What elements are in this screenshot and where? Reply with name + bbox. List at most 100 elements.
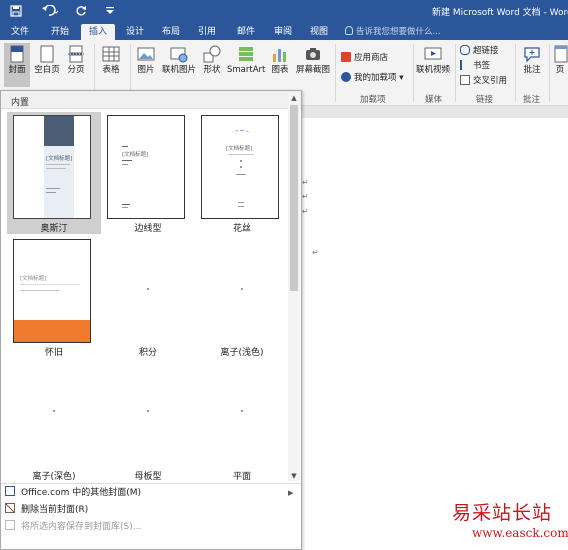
chart-button[interactable]: 图表 (268, 43, 292, 87)
customize-qat-icon[interactable] (104, 3, 116, 19)
my-addins-label: 我的加载项 (354, 73, 397, 83)
more-covers-label: Office.com 中的其他封面(M) (21, 488, 142, 498)
picture-label: 图片 (137, 65, 155, 75)
table-label: 表格 (102, 65, 120, 75)
scroll-down-icon[interactable]: ▼ (288, 471, 300, 481)
cover-page-icon (10, 45, 24, 63)
office-icon (5, 486, 15, 496)
cover-ion-dark[interactable]: 离子(深色) (7, 360, 101, 482)
save-icon[interactable] (8, 3, 24, 19)
cover-loading-dot (147, 288, 149, 290)
cover-title-placeholder: [文档标题] (226, 146, 253, 152)
comments-group-label: 批注 (523, 95, 541, 105)
cover-filigree[interactable]: [文档标题] 花丝 (195, 112, 289, 234)
online-picture-label: 联机图片 (161, 65, 196, 75)
save-selection-icon (5, 520, 15, 530)
cover-integral[interactable]: 积分 (101, 236, 195, 358)
watermark-url: www.easck.com (472, 526, 568, 540)
paragraph-mark-icon: ↵ (302, 207, 309, 216)
my-addins-button[interactable]: 我的加载项 ▾ (341, 71, 403, 85)
table-button[interactable]: 表格 (98, 43, 124, 87)
cover-text-line (46, 168, 66, 169)
cover-loading-dot (147, 410, 149, 412)
tab-view[interactable]: 视图 (305, 24, 333, 40)
repeat-icon[interactable] (74, 3, 88, 19)
hyperlink-button[interactable]: 超链接 (460, 44, 499, 58)
comment-label: 批注 (523, 65, 541, 75)
screenshot-button[interactable]: 屏幕截图 (295, 43, 331, 87)
save-to-gallery-menu-item[interactable]: 将所选内容保存到封面库(S)... (5, 519, 141, 535)
online-picture-icon (170, 47, 188, 63)
undo-icon[interactable] (40, 3, 62, 19)
blank-page-button[interactable]: 空白页 (32, 43, 62, 87)
tell-me-box[interactable]: 告诉我您想要做什么... (345, 25, 441, 39)
online-video-button[interactable]: 联机视频 (416, 43, 450, 87)
tab-design[interactable]: 设计 (121, 24, 149, 40)
table-icon (102, 46, 120, 62)
chevron-right-icon: ▶ (288, 489, 294, 497)
cover-text-line (122, 204, 130, 205)
cross-reference-button[interactable]: 交叉引用 (460, 74, 507, 88)
scroll-up-icon[interactable]: ▲ (288, 93, 300, 103)
header-footer-label: 页 (555, 65, 565, 75)
blank-page-icon (40, 45, 54, 63)
shapes-button[interactable]: 形状 (200, 43, 224, 87)
lightbulb-icon (345, 26, 353, 35)
chart-icon (273, 49, 286, 62)
tab-insert[interactable]: 插入 (81, 24, 115, 40)
online-video-label: 联机视频 (416, 65, 451, 75)
tab-layout[interactable]: 布局 (157, 24, 185, 40)
watermark-logo: 易采站长站 www.easck.com (452, 498, 568, 550)
remove-cover-menu-item[interactable]: 删除当前封面(R) (5, 502, 88, 518)
tab-review[interactable]: 审阅 (269, 24, 297, 40)
cover-austin[interactable]: [文档标题] 奥斯汀 (7, 112, 101, 234)
ribbon-separator (515, 44, 516, 102)
cover-page-label: 封面 (8, 65, 26, 75)
bookmark-label: 书签 (473, 61, 491, 71)
picture-button[interactable]: 图片 (134, 43, 158, 87)
gallery-scrollbar[interactable]: ▲ ▼ (288, 93, 300, 481)
media-group-label: 媒体 (425, 95, 443, 105)
cover-accent-band (14, 320, 90, 342)
tab-mailings[interactable]: 邮件 (232, 24, 260, 40)
comment-button[interactable]: 批注 (519, 43, 545, 87)
bookmark-button[interactable]: 书签 (460, 59, 490, 73)
cover-name: 积分 (138, 348, 157, 358)
tab-file[interactable]: 文件 (6, 24, 34, 40)
chart-label: 图表 (271, 65, 289, 75)
window-title: 新建 Microsoft Word 文档 - Word (432, 8, 568, 18)
ribbon-tab-row: 文件 开始 插入 设计 布局 引用 邮件 审阅 视图 告诉我您想要做什么... (0, 22, 568, 40)
online-picture-button[interactable]: 联机图片 (161, 43, 197, 87)
blank-page-label: 空白页 (34, 65, 60, 75)
paragraph-mark-icon: ↵ (312, 248, 319, 257)
cover-page-button[interactable]: 封面 (4, 43, 30, 87)
picture-icon (137, 47, 155, 61)
store-button[interactable]: 应用商店 (341, 51, 388, 65)
screenshot-label: 屏幕截图 (295, 65, 330, 75)
cover-top-block (44, 116, 74, 146)
tell-me-text: 告诉我您想要做什么... (356, 27, 441, 37)
more-covers-menu-item[interactable]: Office.com 中的其他封面(M) (5, 485, 141, 501)
cover-sideline[interactable]: [文档标题] 边线型 (101, 112, 195, 234)
cover-name: 离子(深色) (32, 472, 76, 482)
page-break-label: 分页 (67, 65, 85, 75)
tab-references[interactable]: 引用 (193, 24, 221, 40)
title-bar: 新建 Microsoft Word 文档 - Word (0, 0, 568, 22)
shapes-label: 形状 (203, 65, 221, 75)
cover-text-line (122, 207, 128, 208)
cover-ion-light[interactable]: 离子(浅色) (195, 236, 289, 358)
document-page[interactable]: ↵ ↵ ↵ ↵ (300, 118, 568, 550)
cover-motion[interactable]: 母板型 (101, 360, 195, 482)
remove-cover-label: 删除当前封面(R) (21, 505, 89, 515)
page-break-button[interactable]: 分页 (64, 43, 88, 87)
cover-retrospect[interactable]: [文档标题] 怀旧 (7, 236, 101, 358)
hyperlink-label: 超链接 (473, 46, 499, 56)
shapes-icon (203, 45, 221, 63)
smartart-button[interactable]: SmartArt (227, 43, 265, 87)
tab-home[interactable]: 开始 (46, 24, 74, 40)
scroll-thumb[interactable] (290, 105, 298, 291)
cover-name: 母板型 (134, 472, 162, 482)
online-video-icon (424, 47, 442, 60)
header-footer-button[interactable]: 页 (552, 43, 568, 87)
cover-facet[interactable]: 平面 (195, 360, 289, 482)
